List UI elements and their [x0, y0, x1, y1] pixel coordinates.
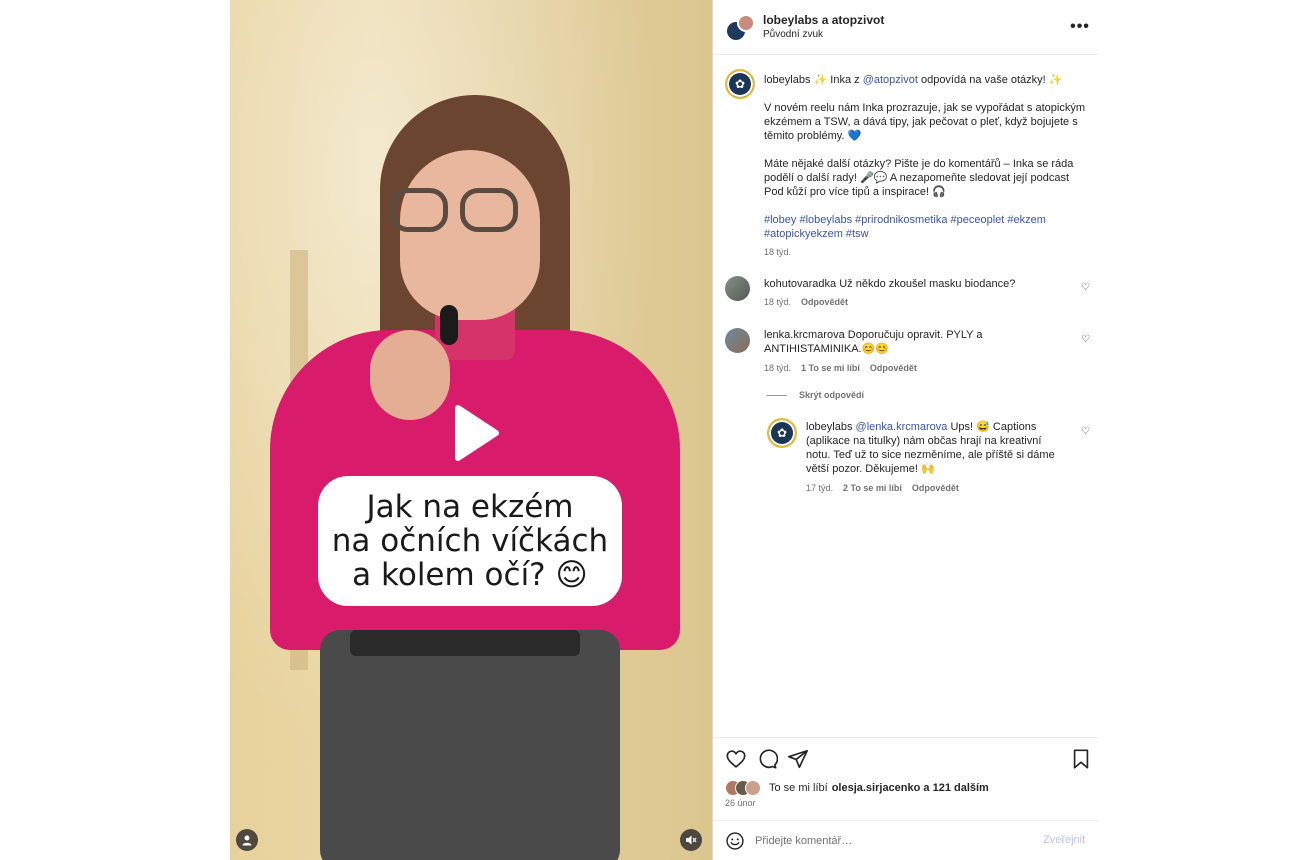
user-icon	[242, 835, 252, 846]
likes-link[interactable]: olesja.sirjacenko a 121 dalším	[832, 782, 989, 794]
comment-1-reply-button[interactable]: Odpovědět	[801, 297, 848, 307]
post-actions: To se mi líbí olesja.sirjacenko a 121 da…	[713, 737, 1098, 819]
speaker-muted-icon	[686, 835, 697, 845]
mention-atopzivot[interactable]: @atopzivot	[863, 74, 918, 86]
likes-prefix: To se mi líbí	[769, 782, 828, 794]
send-icon[interactable]	[787, 748, 809, 770]
comment-2-meta: 18 týd. 1 To se mi líbí Odpovědět	[764, 363, 917, 373]
comment-1: kohutovaradka Už někdo zkoušel masku bio…	[764, 277, 1054, 291]
belt	[350, 630, 580, 656]
more-options-button[interactable]: •••	[1070, 17, 1090, 37]
comment-1-username[interactable]: kohutovaradka	[764, 278, 836, 290]
glasses	[390, 188, 520, 232]
caption-hashtags[interactable]: #lobey #lobeylabs #prirodnikosmetika #pe…	[764, 213, 1064, 241]
person-face	[400, 150, 540, 320]
reply-reply-button[interactable]: Odpovědět	[912, 483, 959, 493]
heart-icon[interactable]: ♡	[1081, 283, 1091, 293]
reel-video[interactable]: Jak na ekzém na očních víčkách a kolem o…	[230, 0, 712, 860]
ellipsis-icon: •••	[1070, 18, 1090, 35]
caption-username[interactable]: lobeylabs	[764, 74, 810, 86]
mention-lenka-krcmarova[interactable]: @lenka.krcmarova	[856, 421, 948, 433]
comment-1-text: Už někdo zkoušel masku biodance?	[839, 278, 1016, 290]
heart-icon[interactable]: ♡	[1081, 335, 1091, 345]
smiley-icon[interactable]	[725, 831, 745, 851]
avatar-kohutovaradka[interactable]	[725, 276, 750, 301]
video-caption-text: Jak na ekzém na očních víčkách a kolem o…	[331, 489, 609, 593]
person-jeans	[320, 630, 620, 860]
caption-line1-text: ✨ Inka z	[813, 74, 863, 86]
comment-1-meta: 18 týd. Odpovědět	[764, 297, 848, 307]
liker-avatars	[725, 780, 765, 796]
caption-paragraph-2: V novém reelu nám Inka prozrazuje, jak s…	[764, 102, 1085, 142]
comment-2-reply-button[interactable]: Odpovědět	[870, 363, 917, 373]
likes-summary: To se mi líbí olesja.sirjacenko a 121 da…	[725, 780, 989, 796]
post-time: 18 týd.	[764, 247, 792, 257]
avatar-lenka-krcmarova[interactable]	[725, 328, 750, 353]
post-header: lobeylabs a atopzivot Původní zvuk •••	[713, 0, 1098, 55]
comment-2: lenka.krcmarova Doporučuju opravit. PYLY…	[764, 328, 1054, 356]
audio-link[interactable]: Původní zvuk	[763, 29, 823, 40]
reply-meta: 17 týd. 2 To se mi líbí Odpovědět	[806, 483, 959, 493]
reply-username[interactable]: lobeylabs	[806, 421, 852, 433]
comment-composer: Zveřejnit	[713, 820, 1098, 860]
reply-likes[interactable]: 2 To se mi líbí	[843, 483, 902, 493]
post-date: 26 únor	[725, 798, 756, 808]
caption-paragraph-3: Máte nějaké další otázky? Pište je do ko…	[764, 158, 1074, 198]
comment-2-likes[interactable]: 1 To se mi líbí	[801, 363, 860, 373]
heart-icon[interactable]: ♡	[1081, 427, 1091, 437]
post-details-panel: lobeylabs a atopzivot Původní zvuk ••• l…	[712, 0, 1098, 860]
comment-1-time: 18 týd.	[764, 297, 792, 307]
bookmark-icon[interactable]	[1070, 748, 1092, 770]
hide-replies-button[interactable]: Skrýt odpovědí	[767, 390, 864, 400]
comment-icon[interactable]	[756, 748, 778, 770]
comments-scroll-area[interactable]: lobeylabs ✨ Inka z @atopzivot odpovídá n…	[713, 56, 1098, 736]
heart-icon[interactable]	[725, 748, 747, 770]
microphone	[440, 305, 458, 345]
play-icon[interactable]	[438, 398, 508, 468]
post-author-link[interactable]: lobeylabs a atopzivot	[763, 13, 884, 27]
avatar-lobeylabs[interactable]	[767, 418, 797, 448]
avatar-atopzivot	[737, 14, 755, 32]
post-meta: 18 týd.	[764, 247, 791, 257]
video-caption: Jak na ekzém na očních víčkách a kolem o…	[318, 476, 622, 606]
liker-avatar	[745, 780, 761, 796]
hide-replies-label: Skrýt odpovědí	[799, 390, 865, 400]
comment-2-username[interactable]: lenka.krcmarova	[764, 329, 845, 341]
avatar-lobeylabs[interactable]	[725, 69, 755, 99]
reply-time: 17 týd.	[806, 483, 834, 493]
post-caption: lobeylabs ✨ Inka z @atopzivot odpovídá n…	[764, 73, 1084, 87]
instagram-post-modal: Jak na ekzém na očních víčkách a kolem o…	[0, 0, 1300, 860]
divider-line	[767, 394, 787, 396]
mute-button[interactable]	[680, 829, 702, 851]
post-comment-button[interactable]: Zveřejnit	[1043, 834, 1085, 846]
reply-comment: lobeylabs @lenka.krcmarova Ups! 😅 Captio…	[806, 420, 1068, 476]
comment-input[interactable]	[755, 830, 1025, 852]
comment-2-time: 18 týd.	[764, 363, 792, 373]
collab-avatars[interactable]	[725, 14, 755, 44]
tagged-user-button[interactable]	[236, 829, 258, 851]
caption-line1-end: odpovídá na vaše otázky! ✨	[917, 74, 1063, 86]
